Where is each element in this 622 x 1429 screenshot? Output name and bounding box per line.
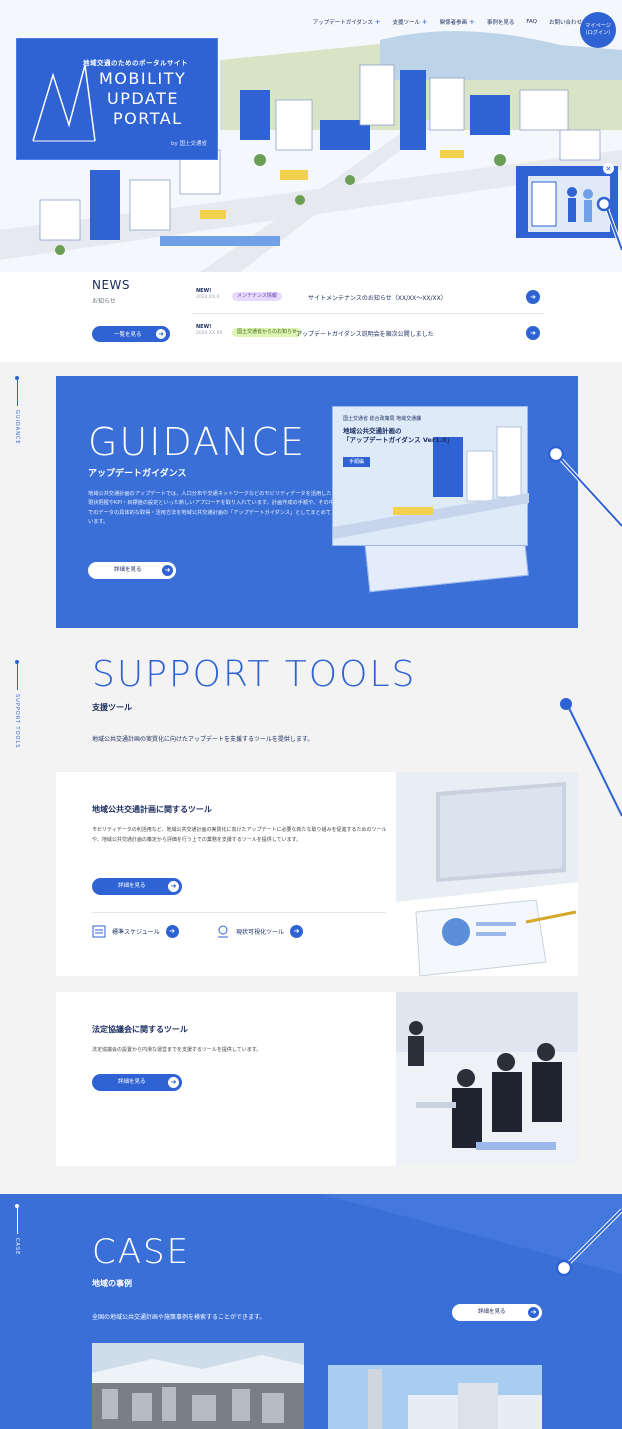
book-title: 地域公共交通計画の 「アップデートガイダンス Ver1.0」 [343,427,454,445]
news-title: NEWS [92,278,131,292]
arrow-right-icon: ➜ [162,565,173,576]
tool-card-description: モビリティデータの利活用など、地域公共交通計画の実質化に向けたアップデートに必要… [92,827,387,843]
side-label-support: SUPPORT TOOLS [14,660,20,748]
meeting-photo [396,992,578,1166]
map-pin-search-icon [218,925,228,938]
news-item[interactable]: NEW! 2024.XX.XX 国土交通省からのお知らせ アップデートガイダンス… [192,320,544,350]
news-headline: サイトメンテナンスのお知らせ（XX/XX〜XX/XX） [308,295,447,302]
guidance-book-image[interactable]: 国土交通省 総合政策局 地域交通課 地域公共交通計画の 「アップデートガイダンス… [332,406,529,593]
tool-card-title: 地域公共交通計画に関するツール [92,805,212,814]
logo-mark-icon [32,64,96,142]
arrow-right-icon: ➜ [168,881,179,892]
divider [16,664,18,690]
nav-item-guidance[interactable]: アップデートガイダンス + [313,18,381,26]
arrow-right-icon: ➜ [290,924,304,938]
schedule-icon [92,925,106,938]
tool-card-title: 法定協議会に関するツール [92,1025,188,1034]
case-subtitle: 地域の事例 [92,1279,132,1288]
side-label-guidance: GUIDANCE [14,376,20,445]
close-icon[interactable]: × [603,163,614,174]
nav-item-participants[interactable]: 関係者参画 + [440,18,475,26]
plus-icon: + [374,18,381,26]
arrow-right-icon: ➜ [168,1077,179,1088]
plus-icon: + [468,18,475,26]
guidance-detail-button[interactable]: 詳細を見る ➜ [88,562,176,579]
arrow-right-icon: ➜ [165,924,179,938]
promo-illustration-icon [531,181,593,227]
guidance-description: 地域公共交通計画のアップデートでは、人口分布や交通ネットワークなどのモビリティデ… [88,491,334,526]
promo-banner-image [528,176,610,232]
nav-item-case[interactable]: 事例を見る [487,18,515,26]
book-badge: 手順編 [343,457,371,467]
support-tools-description: 地域公共交通計画の実質化に向けたアップデートを支援するツールを提供します。 [92,736,314,743]
new-badge: NEW! [196,288,212,294]
logo-text-mobility: MOBILITY [99,69,187,88]
book-cover: 国土交通省 総合政策局 地域交通課 地域公共交通計画の 「アップデートガイダンス… [332,406,529,546]
case-detail-button[interactable]: 詳細を見る ➜ [452,1304,542,1321]
nav-item-contact[interactable]: お問い合わせ [549,18,582,26]
case-section: CASE 地域の事例 全国の地域公共交通計画や施策事例を検索することができます。… [0,1194,622,1429]
support-tools-subtitle: 支援ツール [92,703,132,712]
side-label-case: CASE [14,1204,20,1255]
case-city-photo[interactable] [92,1343,304,1429]
laptop-documents-photo [396,772,578,976]
guidance-subtitle: アップデートガイダンス [88,469,187,479]
arrow-right-icon: ➜ [156,329,166,339]
hero-section: 地域交通のためのポータルサイト MOBILITY UPDATE PORTAL b… [0,0,622,272]
new-badge: NEW! [196,324,212,330]
tool-detail-button[interactable]: 詳細を見る ➜ [92,878,182,895]
logo-text-portal: PORTAL [113,109,183,128]
mypage-login-button[interactable]: マイページ （ログイン） [580,12,616,48]
logo-org: by 国土交通省 [171,141,207,147]
nav-item-faq[interactable]: FAQ [526,19,537,25]
news-more-button[interactable]: 一覧を見る ➜ [92,326,170,342]
case-title: CASE [92,1232,191,1272]
logo-text-update: UPDATE [107,89,179,108]
tool-card-description: 法定協議会の設置から円滑な運営までを支援するツールを提供しています。 [92,1047,262,1053]
news-category-tag: 国土交通省からのお知らせ [232,328,302,337]
book-header: 国土交通省 総合政策局 地域交通課 [343,416,422,422]
site-logo[interactable]: 地域交通のためのポータルサイト MOBILITY UPDATE PORTAL b… [16,38,218,160]
guidance-title: GUIDANCE [88,420,307,464]
news-date: 2024.XX.XX [196,331,223,336]
news-section: NEWS お知らせ 一覧を見る ➜ NEW! 2024.XX.X メンテナンス情… [0,272,622,362]
divider [92,912,386,913]
case-description: 全国の地域公共交通計画や施策事例を検索することができます。 [92,1314,266,1321]
top-navigation: アップデートガイダンス + 支援ツール + 関係者参画 + 事例を見る FAQ … [313,18,582,26]
arrow-right-icon[interactable]: ➜ [526,326,540,340]
divider [16,380,18,406]
tool-detail-button[interactable]: 詳細を見る ➜ [92,1074,182,1091]
tool-card-council: 法定協議会に関するツール 法定協議会の設置から円滑な運営までを支援するツールを提… [56,992,578,1166]
support-tools-title: SUPPORT TOOLS [92,654,417,695]
tool-card-regional-plan: 地域公共交通計画に関するツール モビリティデータの利活用など、地域公共交通計画の… [56,772,578,976]
divider [16,1208,18,1234]
visualization-tool-link[interactable]: 現状可視化ツール ➜ [216,924,304,938]
news-item[interactable]: NEW! 2024.XX.X メンテナンス情報 サイトメンテナンスのお知らせ（X… [192,284,544,314]
hero-promo-banner[interactable]: × [516,163,618,238]
standard-schedule-link[interactable]: 標準スケジュール ➜ [92,924,179,938]
arrow-right-icon: ➜ [528,1307,539,1318]
plus-icon: + [421,18,428,26]
arrow-right-icon[interactable]: ➜ [526,290,540,304]
news-date: 2024.XX.X [196,295,220,300]
case-tower-photo[interactable] [328,1365,542,1429]
logo-tagline: 地域交通のためのポータルサイト [83,59,188,67]
guidance-section: GUIDANCE アップデートガイダンス 地域公共交通計画のアップデートでは、人… [56,376,578,628]
news-subtitle: お知らせ [92,298,116,305]
nav-item-tools[interactable]: 支援ツール + [393,18,428,26]
news-category-tag: メンテナンス情報 [232,292,282,301]
news-headline: アップデートガイダンス説明会を順次公開しました [296,331,434,338]
